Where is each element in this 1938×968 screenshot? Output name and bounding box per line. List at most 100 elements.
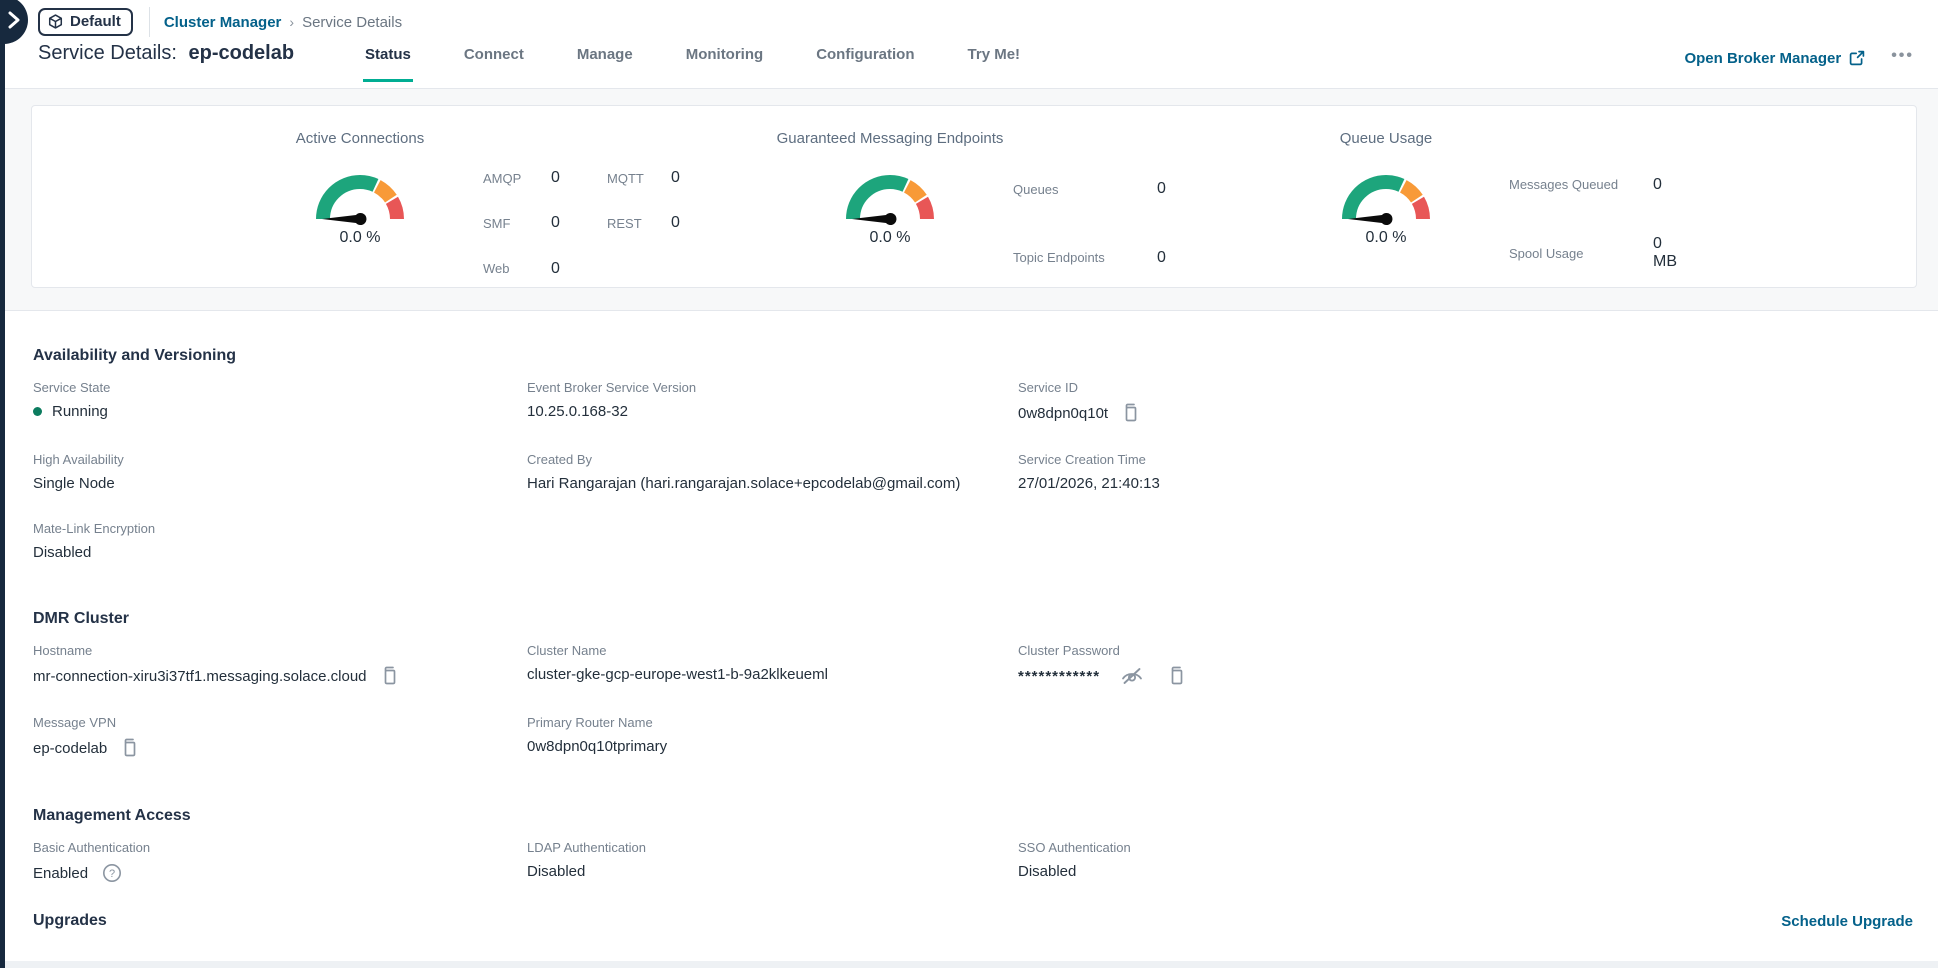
divider <box>149 7 150 37</box>
external-link-icon <box>1849 50 1865 66</box>
tab-monitoring[interactable]: Monitoring <box>684 40 765 82</box>
field-basic-auth: Basic Authentication Enabled ? <box>33 840 527 883</box>
stat-value: 0 MB <box>1653 235 1683 271</box>
open-broker-manager-link[interactable]: Open Broker Manager <box>1684 50 1865 67</box>
stat-label: Spool Usage <box>1509 246 1643 261</box>
stat-value: 0 <box>551 169 591 187</box>
field-service-state: Service State Running <box>33 380 527 423</box>
gauge-title: Active Connections <box>296 130 424 147</box>
tab-connect[interactable]: Connect <box>462 40 526 82</box>
creation-time-label: Service Creation Time <box>1018 452 1913 467</box>
service-details-panel: Availability and Versioning Service Stat… <box>5 310 1938 963</box>
gauge-active-connections: Active Connections 0.0 % AMQP 0 MQTT 0 S… <box>265 130 691 287</box>
help-icon: ? <box>102 863 122 883</box>
service-id-label: Service ID <box>1018 380 1913 395</box>
field-message-vpn: Message VPN ep-codelab <box>33 715 527 758</box>
stat-label: SMF <box>483 216 535 231</box>
creation-time-value: 27/01/2026, 21:40:13 <box>1018 475 1160 492</box>
field-cluster-name: Cluster Name cluster-gke-gcp-europe-west… <box>527 643 1018 686</box>
environment-default-badge[interactable]: Default <box>38 8 133 36</box>
high-availability-value: Single Node <box>33 475 115 492</box>
breadcrumb-current: Service Details <box>302 14 402 31</box>
stat-value: 0 <box>671 214 691 232</box>
collapsed-sidebar-rail <box>0 0 5 968</box>
gauge-dial <box>1324 155 1448 227</box>
gauge-percent: 0.0 % <box>1366 229 1407 247</box>
svg-text:?: ? <box>109 868 115 880</box>
field-primary-router: Primary Router Name 0w8dpn0q10tprimary <box>527 715 1018 758</box>
field-high-availability: High Availability Single Node <box>33 452 527 492</box>
gauge-stats: Messages Queued 0 Spool Usage 0 MB <box>1509 160 1683 287</box>
field-created-by: Created By Hari Rangarajan (hari.rangara… <box>527 452 1018 492</box>
stat-label: Web <box>483 261 535 276</box>
broker-version-value: 10.25.0.168-32 <box>527 403 628 420</box>
stat-label: REST <box>607 216 655 231</box>
basic-auth-value: Enabled <box>33 865 88 882</box>
cluster-name-label: Cluster Name <box>527 643 1018 658</box>
field-mate-link-encryption: Mate-Link Encryption Disabled <box>33 521 527 561</box>
gauge-title: Queue Usage <box>1340 130 1433 147</box>
tab-manage[interactable]: Manage <box>575 40 635 82</box>
stat-label: Topic Endpoints <box>1013 250 1147 265</box>
stat-value: 0 <box>671 169 691 187</box>
cluster-password-label: Cluster Password <box>1018 643 1913 658</box>
gauge-title: Guaranteed Messaging Endpoints <box>777 130 1004 147</box>
service-name: ep-codelab <box>189 42 295 64</box>
schedule-upgrade-link[interactable]: Schedule Upgrade <box>1781 913 1913 930</box>
more-menu-button[interactable]: ••• <box>1891 47 1914 69</box>
cluster-name-value: cluster-gke-gcp-europe-west1-b-9a2klkeue… <box>527 666 828 683</box>
breadcrumb-separator: › <box>289 14 294 30</box>
gauge-percent: 0.0 % <box>340 229 381 247</box>
gauge-stats: Queues 0 Topic Endpoints 0 <box>1013 160 1187 287</box>
tab-bar: Status Connect Manage Monitoring Configu… <box>363 40 1022 89</box>
field-sso-auth: SSO Authentication Disabled <box>1018 840 1913 883</box>
stat-value: 0 <box>551 260 591 278</box>
copy-icon <box>121 738 139 758</box>
basic-auth-label: Basic Authentication <box>33 840 527 855</box>
page-header: Default Cluster Manager › Service Detail… <box>5 0 1938 89</box>
stat-label: MQTT <box>607 171 655 186</box>
field-cluster-password: Cluster Password ************ <box>1018 643 1913 686</box>
primary-router-value: 0w8dpn0q10tprimary <box>527 738 667 755</box>
running-status-dot <box>33 407 42 416</box>
service-id-value: 0w8dpn0q10t <box>1018 405 1108 422</box>
copy-service-id-button[interactable] <box>1122 403 1140 423</box>
show-password-button[interactable] <box>1120 666 1144 686</box>
primary-router-label: Primary Router Name <box>527 715 1018 730</box>
open-broker-manager-label: Open Broker Manager <box>1684 50 1841 67</box>
high-availability-label: High Availability <box>33 452 527 467</box>
copy-hostname-button[interactable] <box>381 666 399 686</box>
tab-status[interactable]: Status <box>363 40 413 82</box>
stat-value: 0 <box>1653 176 1683 194</box>
page-title: Service Details: ep-codelab <box>38 42 294 65</box>
gauge-queue-usage: Queue Usage 0.0 % Messages Queued 0 Spoo… <box>1291 130 1683 287</box>
ldap-auth-label: LDAP Authentication <box>527 840 1018 855</box>
copy-password-button[interactable] <box>1168 666 1186 686</box>
gauge-percent: 0.0 % <box>870 229 911 247</box>
hostname-label: Hostname <box>33 643 527 658</box>
service-state-label: Service State <box>33 380 527 395</box>
field-ldap-auth: LDAP Authentication Disabled <box>527 840 1018 883</box>
created-by-value: Hari Rangarajan (hari.rangarajan.solace+… <box>527 475 960 492</box>
eye-off-icon <box>1120 666 1144 686</box>
basic-auth-help-button[interactable]: ? <box>102 863 122 883</box>
gauge-dial <box>828 155 952 227</box>
created-by-label: Created By <box>527 452 1018 467</box>
tab-try-me[interactable]: Try Me! <box>966 40 1023 82</box>
gauge-guaranteed-messaging-endpoints: Guaranteed Messaging Endpoints 0.0 % Que… <box>795 130 1187 287</box>
field-service-id: Service ID 0w8dpn0q10t <box>1018 380 1913 423</box>
stat-value: 0 <box>1157 249 1187 267</box>
message-vpn-label: Message VPN <box>33 715 527 730</box>
stat-value: 0 <box>1157 180 1187 198</box>
copy-icon <box>1168 666 1186 686</box>
tab-configuration[interactable]: Configuration <box>814 40 916 82</box>
section-availability-title: Availability and Versioning <box>33 347 1913 365</box>
copy-message-vpn-button[interactable] <box>121 738 139 758</box>
sso-auth-label: SSO Authentication <box>1018 840 1913 855</box>
service-state-value: Running <box>52 403 108 420</box>
section-dmr-title: DMR Cluster <box>33 610 1913 628</box>
page-title-prefix: Service Details: <box>38 42 177 64</box>
stat-value: 0 <box>551 214 591 232</box>
stat-label: Messages Queued <box>1509 177 1643 192</box>
breadcrumb-link-cluster-manager[interactable]: Cluster Manager <box>164 14 282 31</box>
